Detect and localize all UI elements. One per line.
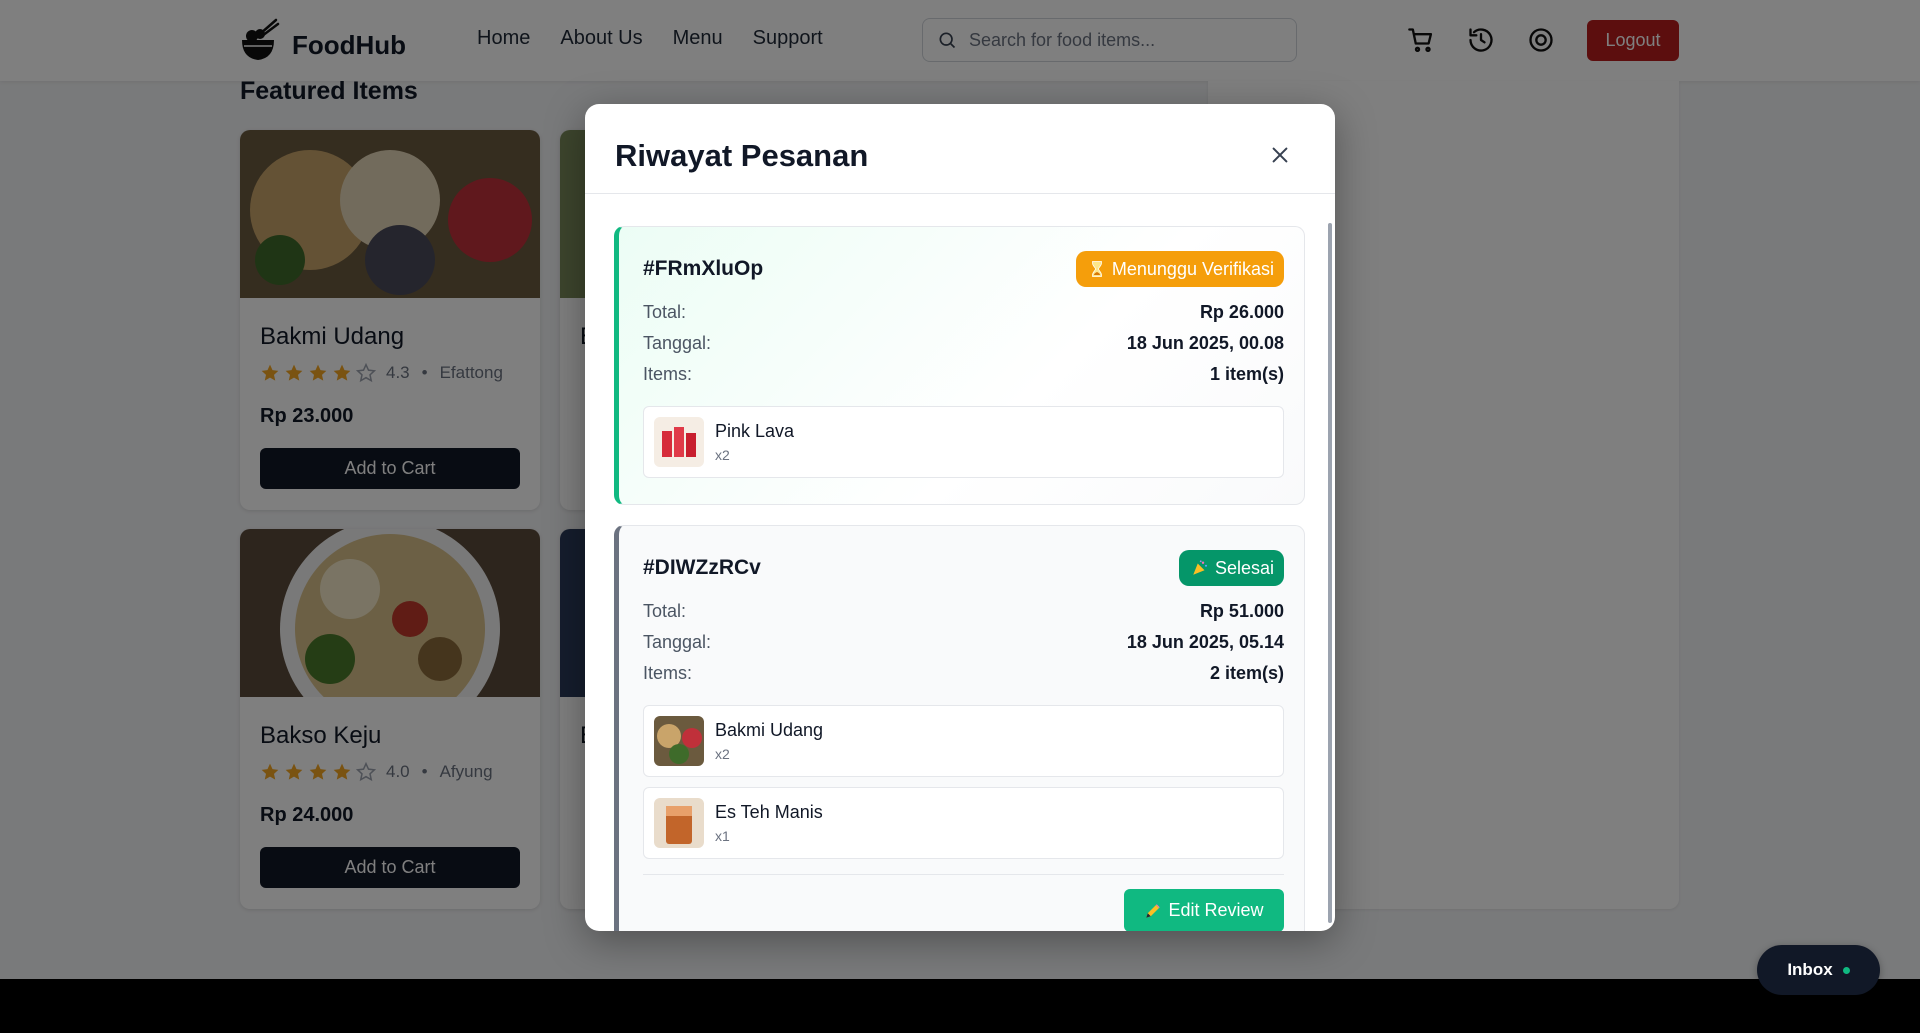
date-label: Tanggal:: [643, 632, 712, 652]
edit-review-label: Edit Review: [1168, 900, 1264, 920]
status-badge: Menunggu Verifikasi: [1075, 251, 1284, 287]
status-text: Selesai: [1214, 557, 1274, 578]
total-row: Total: Rp 26.000: [643, 297, 1284, 328]
date-row: Tanggal: 18 Jun 2025, 00.08: [643, 328, 1284, 359]
item-qty: x2: [715, 746, 730, 762]
order-summary: Total: Rp 51.000 Tanggal: 18 Jun 2025, 05.…: [643, 596, 1284, 689]
status-text: Menunggu Verifikasi: [1111, 258, 1274, 279]
date-value: 18 Jun 2025, 05.14: [1126, 632, 1284, 652]
order-id: #DIWZzRCv: [643, 556, 761, 579]
order-card: #DIWZzRCv Selesai Total: Rp 51.000 Tangga…: [614, 525, 1305, 931]
modal-scrollbar[interactable]: [1328, 223, 1332, 923]
total-value: Rp 26.000: [1199, 302, 1284, 322]
items-row: Items: 1 item(s): [643, 359, 1284, 390]
item-qty: x1: [715, 828, 730, 844]
party-icon: [1193, 560, 1208, 575]
order-item: Bakmi Udang x2: [643, 705, 1284, 777]
modal-header: Riwayat Pesanan: [585, 104, 1335, 194]
divider: [643, 874, 1284, 875]
inbox-button[interactable]: Inbox: [1757, 945, 1880, 995]
item-name: Es Teh Manis: [715, 802, 823, 822]
order-history-modal: Riwayat Pesanan #FRmXluOp Menunggu Verif…: [585, 104, 1335, 931]
inbox-status-dot: [1842, 966, 1850, 974]
order-id: #FRmXluOp: [643, 257, 764, 280]
total-label: Total:: [643, 302, 687, 322]
date-row: Tanggal: 18 Jun 2025, 05.14: [643, 627, 1284, 658]
items-row: Items: 2 item(s): [643, 658, 1284, 689]
order-item: Es Teh Manis x1: [643, 787, 1284, 859]
order-summary: Total: Rp 26.000 Tanggal: 18 Jun 2025, 00.…: [643, 297, 1284, 390]
item-thumbnail: [654, 798, 704, 848]
items-value: 1 item(s): [1209, 364, 1284, 384]
items-value: 2 item(s): [1209, 663, 1284, 683]
order-header: #FRmXluOp Menunggu Verifikasi: [643, 251, 1284, 287]
modal-title: Riwayat Pesanan: [615, 138, 869, 173]
order-card: #FRmXluOp Menunggu Verifikasi Total: Rp 2…: [614, 226, 1305, 505]
edit-review-button[interactable]: Edit Review: [1124, 889, 1284, 931]
status-badge: Selesai: [1178, 550, 1284, 586]
item-thumbnail: [654, 417, 704, 467]
order-header: #DIWZzRCv Selesai: [643, 550, 1284, 586]
footer-bar: [0, 979, 1920, 1033]
total-row: Total: Rp 51.000: [643, 596, 1284, 627]
item-name: Bakmi Udang: [715, 720, 824, 740]
items-label: Items:: [643, 663, 693, 683]
pencil-icon: [1146, 903, 1161, 918]
close-icon[interactable]: [1269, 144, 1291, 166]
inbox-label: Inbox: [1787, 960, 1833, 979]
total-value: Rp 51.000: [1199, 601, 1284, 621]
item-name: Pink Lava: [715, 421, 795, 441]
total-label: Total:: [643, 601, 687, 621]
item-thumbnail: [654, 716, 704, 766]
hourglass-icon: [1092, 261, 1102, 277]
order-item: Pink Lava x2: [643, 406, 1284, 478]
items-label: Items:: [643, 364, 693, 384]
modal-body[interactable]: #FRmXluOp Menunggu Verifikasi Total: Rp 2…: [585, 195, 1335, 931]
date-label: Tanggal:: [643, 333, 712, 353]
item-qty: x2: [715, 447, 730, 463]
date-value: 18 Jun 2025, 00.08: [1126, 333, 1284, 353]
